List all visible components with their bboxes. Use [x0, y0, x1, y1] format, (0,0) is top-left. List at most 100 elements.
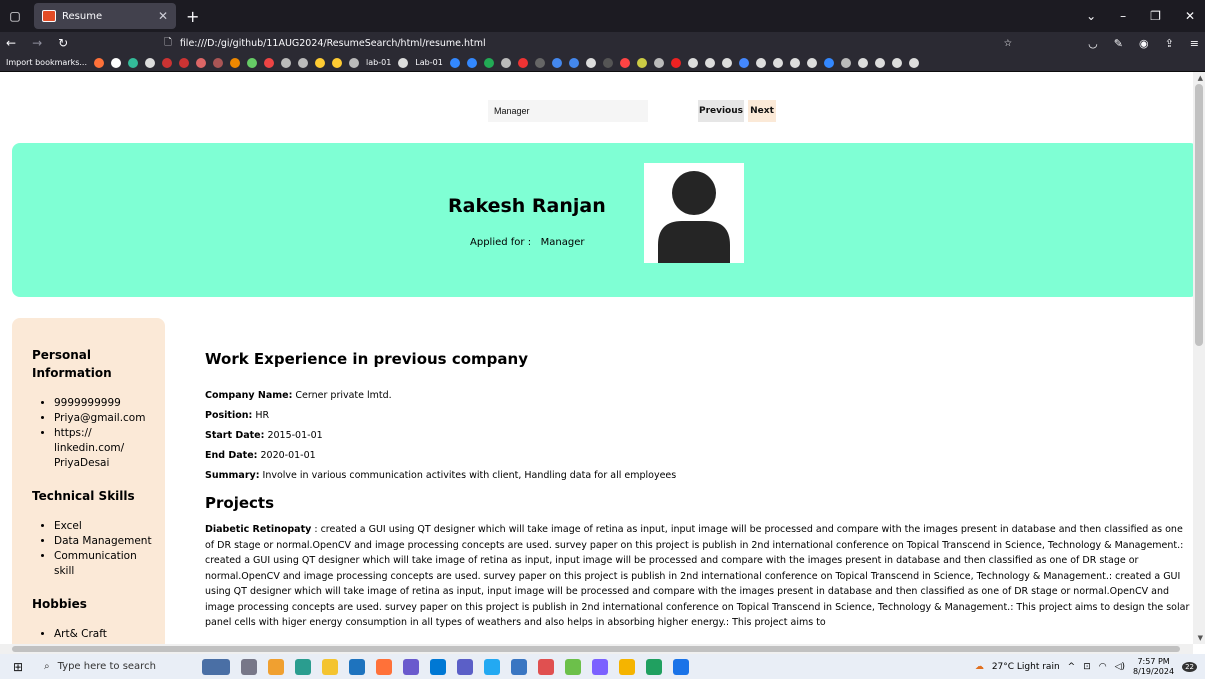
minimize-icon[interactable]: –	[1120, 9, 1126, 23]
firefox-icon[interactable]	[376, 658, 392, 675]
app-icon[interactable]	[619, 658, 635, 675]
github-icon[interactable]	[398, 57, 409, 68]
globe-icon[interactable]	[298, 57, 309, 68]
horizontal-scrollbar[interactable]	[0, 644, 1193, 654]
bookmark-lab-01[interactable]: lab-01	[366, 58, 391, 67]
edge-icon[interactable]	[295, 658, 311, 675]
new-tab-icon[interactable]: +	[186, 7, 199, 26]
vscode-icon[interactable]	[484, 658, 500, 675]
github-icon[interactable]	[891, 57, 902, 68]
globe-icon[interactable]	[840, 57, 851, 68]
address-text[interactable]: file:///D:/gi/github/11AUG2024/ResumeSea…	[180, 38, 486, 49]
weather-icon[interactable]: ☁	[975, 662, 984, 672]
app-icon[interactable]	[430, 658, 446, 675]
tab-resume[interactable]: Resume ✕	[34, 3, 176, 29]
bookmark-icon[interactable]	[466, 57, 477, 68]
tab-overflow-icon[interactable]: ⌄	[1086, 9, 1096, 23]
scrollbar-thumb[interactable]	[1195, 84, 1203, 346]
bookmark-icon[interactable]	[738, 57, 749, 68]
bookmark-icon[interactable]	[94, 57, 105, 68]
app-icon[interactable]	[538, 658, 554, 675]
notifications-icon[interactable]: 22	[1182, 661, 1197, 672]
search-input[interactable]	[488, 100, 648, 122]
bookmark-star-icon[interactable]: ☆	[1004, 38, 1013, 49]
windows-start-icon[interactable]: ⊞	[6, 660, 30, 674]
address-bar[interactable]: 🗋 file:///D:/gi/github/11AUG2024/ResumeS…	[164, 34, 1072, 52]
app-icon[interactable]	[268, 658, 284, 675]
github-icon[interactable]	[857, 57, 868, 68]
github-icon[interactable]	[704, 57, 715, 68]
app-icon[interactable]	[673, 658, 689, 675]
github-icon[interactable]	[908, 57, 919, 68]
bookmark-icon[interactable]	[602, 57, 613, 68]
bookmark-icon[interactable]	[534, 57, 545, 68]
bookmark-icon[interactable]	[196, 57, 207, 68]
github-icon[interactable]	[145, 57, 156, 68]
github-icon[interactable]	[772, 57, 783, 68]
close-tab-icon[interactable]: ✕	[158, 9, 168, 23]
teams-icon[interactable]	[457, 658, 473, 675]
github-icon[interactable]	[755, 57, 766, 68]
weather-text[interactable]: 27°C Light rain	[992, 662, 1060, 672]
app-menu-icon[interactable]: ≡	[1190, 37, 1199, 50]
taskbar-search-placeholder[interactable]: Type here to search	[58, 661, 156, 672]
window-close-icon[interactable]: ✕	[1185, 9, 1195, 23]
github-icon[interactable]	[874, 57, 885, 68]
volume-icon[interactable]: ◁)	[1115, 662, 1125, 672]
bookmark-icon[interactable]	[568, 57, 579, 68]
bookmark-icon[interactable]	[111, 57, 122, 68]
powershell-icon[interactable]	[511, 658, 527, 675]
import-bookmarks-link[interactable]: Import bookmarks...	[6, 58, 87, 67]
h-scrollbar-thumb[interactable]	[12, 646, 1180, 652]
tab-list-icon[interactable]: ▢	[4, 5, 26, 27]
wifi-icon[interactable]: ◠	[1099, 662, 1107, 672]
globe-icon[interactable]	[281, 57, 292, 68]
share-icon[interactable]: ⇪	[1165, 37, 1174, 50]
bookmark-icon[interactable]	[264, 57, 275, 68]
next-button[interactable]: Next	[748, 100, 776, 122]
scroll-down-icon[interactable]: ▼	[1198, 634, 1203, 642]
bookmark-icon[interactable]	[670, 57, 681, 68]
teams-icon[interactable]	[592, 658, 608, 675]
clock[interactable]: 7:57 PM 8/19/2024	[1133, 657, 1174, 677]
restore-icon[interactable]: ❐	[1150, 9, 1161, 23]
bookmark-icon[interactable]	[179, 57, 190, 68]
bookmark-icon[interactable]	[247, 57, 258, 68]
forward-icon[interactable]: →	[32, 36, 42, 50]
taskbar-search[interactable]: ⌕ Type here to search	[30, 661, 180, 672]
bookmark-icon[interactable]	[483, 57, 494, 68]
reload-icon[interactable]: ↻	[58, 36, 68, 50]
bookmark-icon[interactable]	[636, 57, 647, 68]
bookmark-icon[interactable]	[315, 57, 326, 68]
globe-icon[interactable]	[500, 57, 511, 68]
github-icon[interactable]	[789, 57, 800, 68]
github-icon[interactable]	[687, 57, 698, 68]
globe-icon[interactable]	[653, 57, 664, 68]
bookmark-lab-01b[interactable]: Lab-01	[415, 58, 443, 67]
bookmark-icon[interactable]	[128, 57, 139, 68]
github-icon[interactable]	[721, 57, 732, 68]
tray-overflow-icon[interactable]: ^	[1068, 662, 1076, 672]
bookmark-icon[interactable]	[230, 57, 241, 68]
app-icon[interactable]	[565, 658, 581, 675]
github-icon[interactable]	[806, 57, 817, 68]
extensions-icon[interactable]: ✎	[1114, 37, 1123, 50]
globe-icon[interactable]	[349, 57, 360, 68]
network-icon[interactable]: ⊡	[1083, 662, 1091, 672]
bookmark-icon[interactable]	[517, 57, 528, 68]
mail-icon[interactable]	[349, 658, 365, 675]
widget-icon[interactable]	[202, 658, 230, 675]
bookmark-icon[interactable]	[162, 57, 173, 68]
bookmark-icon[interactable]	[619, 57, 630, 68]
file-explorer-icon[interactable]	[322, 658, 338, 675]
account-icon[interactable]: ◉	[1139, 37, 1149, 50]
previous-button[interactable]: Previous	[698, 100, 744, 122]
app-icon[interactable]	[403, 658, 419, 675]
back-icon[interactable]: ←	[6, 36, 16, 50]
app-icon[interactable]	[646, 658, 662, 675]
bookmark-icon[interactable]	[332, 57, 343, 68]
bookmark-icon[interactable]	[449, 57, 460, 68]
bookmark-icon[interactable]	[551, 57, 562, 68]
bookmark-icon[interactable]	[823, 57, 834, 68]
task-view-icon[interactable]	[241, 658, 257, 675]
